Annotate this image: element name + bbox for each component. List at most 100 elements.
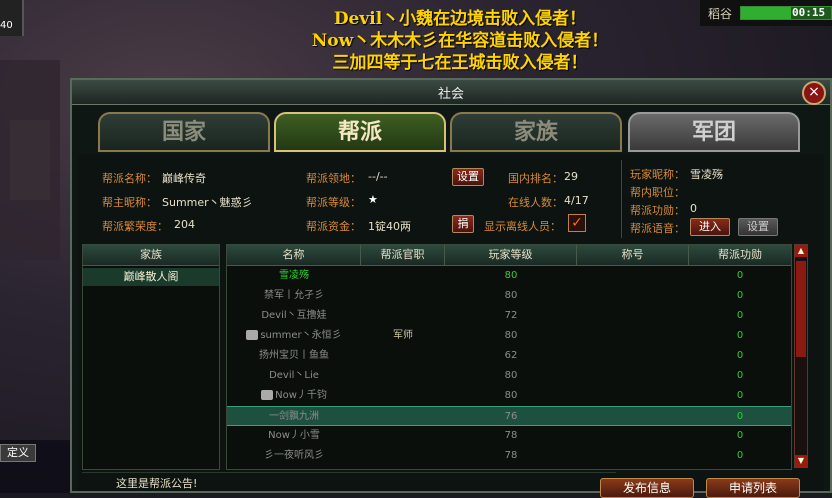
- top-left-hud: 40: [0, 0, 24, 36]
- member-merit: 0: [689, 446, 791, 466]
- table-row[interactable]: summer丶永恒彡 军师 80 0: [227, 326, 791, 346]
- family-list-item[interactable]: 巅峰散人阁: [83, 268, 219, 286]
- guild-funds-label: 帮派资金：: [306, 220, 361, 233]
- member-level-text: 80: [504, 330, 518, 341]
- application-list-button[interactable]: 申请列表: [706, 478, 800, 498]
- member-merit: 0: [689, 266, 791, 286]
- member-name-text: 雪凌殇: [279, 270, 309, 281]
- member-merit-text: 0: [736, 310, 744, 321]
- show-offline-checkbox[interactable]: ✓: [568, 214, 586, 232]
- member-merit: 0: [689, 346, 791, 366]
- member-name: 雪凌殇: [227, 266, 361, 286]
- member-post: [361, 346, 445, 366]
- member-name-text: Now丿小雪: [268, 430, 320, 441]
- table-row[interactable]: Now丿小雪 78 0: [227, 426, 791, 446]
- publish-info-button[interactable]: 发布信息: [600, 478, 694, 498]
- table-row[interactable]: 禁军丨允孑彡 80 0: [227, 286, 791, 306]
- time-readout: 00:15: [792, 6, 826, 19]
- scroll-thumb[interactable]: [796, 261, 806, 357]
- member-post: [361, 386, 445, 406]
- member-scrollbar[interactable]: ▲ ▼: [794, 244, 808, 468]
- member-post: [361, 426, 445, 446]
- guild-territory: --/--: [368, 170, 388, 183]
- member-title: [577, 426, 689, 446]
- member-merit: 0: [689, 386, 791, 406]
- donate-button[interactable]: 捐: [452, 215, 474, 233]
- guild-level-star-icon: ★: [368, 193, 378, 206]
- member-post: [361, 446, 445, 466]
- column-header-title[interactable]: 称号: [577, 245, 689, 265]
- tab-legion[interactable]: 军团: [628, 112, 800, 152]
- column-header-post[interactable]: 帮派官职: [361, 245, 445, 265]
- scroll-up-arrow-icon[interactable]: ▲: [795, 245, 807, 257]
- table-row[interactable]: 一剑飘九洲 76 0: [227, 406, 791, 426]
- guild-name-label: 帮派名称：: [102, 172, 157, 185]
- member-name-text: Now丿千钧: [275, 390, 327, 401]
- member-level-text: 80: [504, 370, 518, 381]
- voice-enter-button[interactable]: 进入: [690, 218, 730, 236]
- member-merit-text: 0: [736, 430, 744, 441]
- member-level: 76: [445, 407, 577, 425]
- guild-territory-label: 帮派领地：: [306, 172, 361, 185]
- guild-name: 巅峰传奇: [162, 172, 206, 185]
- panel-titlebar[interactable]: 社会 ×: [72, 80, 830, 105]
- guild-funds: 1锭40两: [368, 220, 411, 233]
- broadcast-line: 三加四等于七在王城击败入侵者！: [332, 53, 588, 73]
- chat-customize-button[interactable]: 定义: [0, 444, 36, 462]
- column-header-level[interactable]: 玩家等级: [445, 245, 577, 265]
- member-level: 80: [445, 286, 577, 306]
- member-table: 名称 帮派官职 玩家等级 称号 帮派功勋 雪凌殇 80 0 禁军丨允孑彡 80 0 Devi…: [226, 244, 792, 470]
- member-merit-text: 0: [736, 270, 744, 281]
- member-level: 80: [445, 366, 577, 386]
- member-post: [361, 366, 445, 386]
- member-merit-text: 0: [736, 370, 744, 381]
- guild-notice: 这里是帮派公告!: [82, 472, 616, 495]
- member-name-text: 禁军丨允孑彡: [264, 290, 324, 301]
- column-header-merit[interactable]: 帮派功勋: [689, 245, 791, 265]
- guild-leader-label: 帮主昵称：: [102, 196, 157, 209]
- table-row[interactable]: 雪凌殇 80 0: [227, 266, 791, 286]
- guild-prosperity: 204: [174, 218, 195, 231]
- table-row[interactable]: Devil丶互撸娃 72 0: [227, 306, 791, 326]
- column-header-name[interactable]: 名称: [227, 245, 361, 265]
- territory-settings-button[interactable]: 设置: [452, 168, 484, 186]
- table-row[interactable]: Devil丶Lie 80 0: [227, 366, 791, 386]
- tab-bar: 国家 帮派 家族 军团: [98, 112, 830, 152]
- member-level-text: 78: [504, 430, 518, 441]
- tab-family[interactable]: 家族: [450, 112, 622, 152]
- guild-leader: Summer丶魅惑彡: [162, 196, 253, 209]
- member-level: 80: [445, 266, 577, 286]
- info-divider: [621, 160, 622, 238]
- member-name: 一剑飘九洲: [227, 407, 361, 425]
- panel-title: 社会: [437, 87, 464, 102]
- member-name: Devil丶互撸娃: [227, 306, 361, 326]
- member-name: 扬州宝贝丨鱼鱼: [227, 346, 361, 366]
- table-row[interactable]: Now丿千钧 80 0: [227, 386, 791, 406]
- chat-area: 定义: [0, 440, 72, 493]
- player-nick: 雪凌殇: [690, 168, 723, 181]
- member-name: 彡一夜听风彡: [227, 446, 361, 466]
- scroll-down-arrow-icon[interactable]: ▼: [795, 455, 807, 467]
- tab-country[interactable]: 国家: [98, 112, 270, 152]
- member-post: [361, 266, 445, 286]
- voice-settings-button[interactable]: 设置: [738, 218, 778, 236]
- member-level: 80: [445, 326, 577, 346]
- tab-guild[interactable]: 帮派: [274, 112, 446, 152]
- member-post: [361, 407, 445, 425]
- close-icon[interactable]: ×: [802, 81, 826, 105]
- member-title: [577, 407, 689, 425]
- member-merit: 0: [689, 407, 791, 425]
- member-merit: 0: [689, 306, 791, 326]
- family-list: 家族 巅峰散人阁: [82, 244, 220, 470]
- member-avatar-icon: [246, 330, 259, 340]
- family-list-header: 家族: [83, 245, 219, 266]
- member-level: 62: [445, 346, 577, 366]
- guild-rank: 29: [564, 170, 578, 183]
- member-merit-text: 0: [736, 290, 744, 301]
- member-title: [577, 446, 689, 466]
- member-level-text: 72: [504, 310, 518, 321]
- online-count-label: 在线人数：: [508, 196, 563, 209]
- table-row[interactable]: 彡一夜听风彡 78 0: [227, 446, 791, 466]
- table-row[interactable]: 扬州宝贝丨鱼鱼 62 0: [227, 346, 791, 366]
- member-name-text: 扬州宝贝丨鱼鱼: [259, 350, 329, 361]
